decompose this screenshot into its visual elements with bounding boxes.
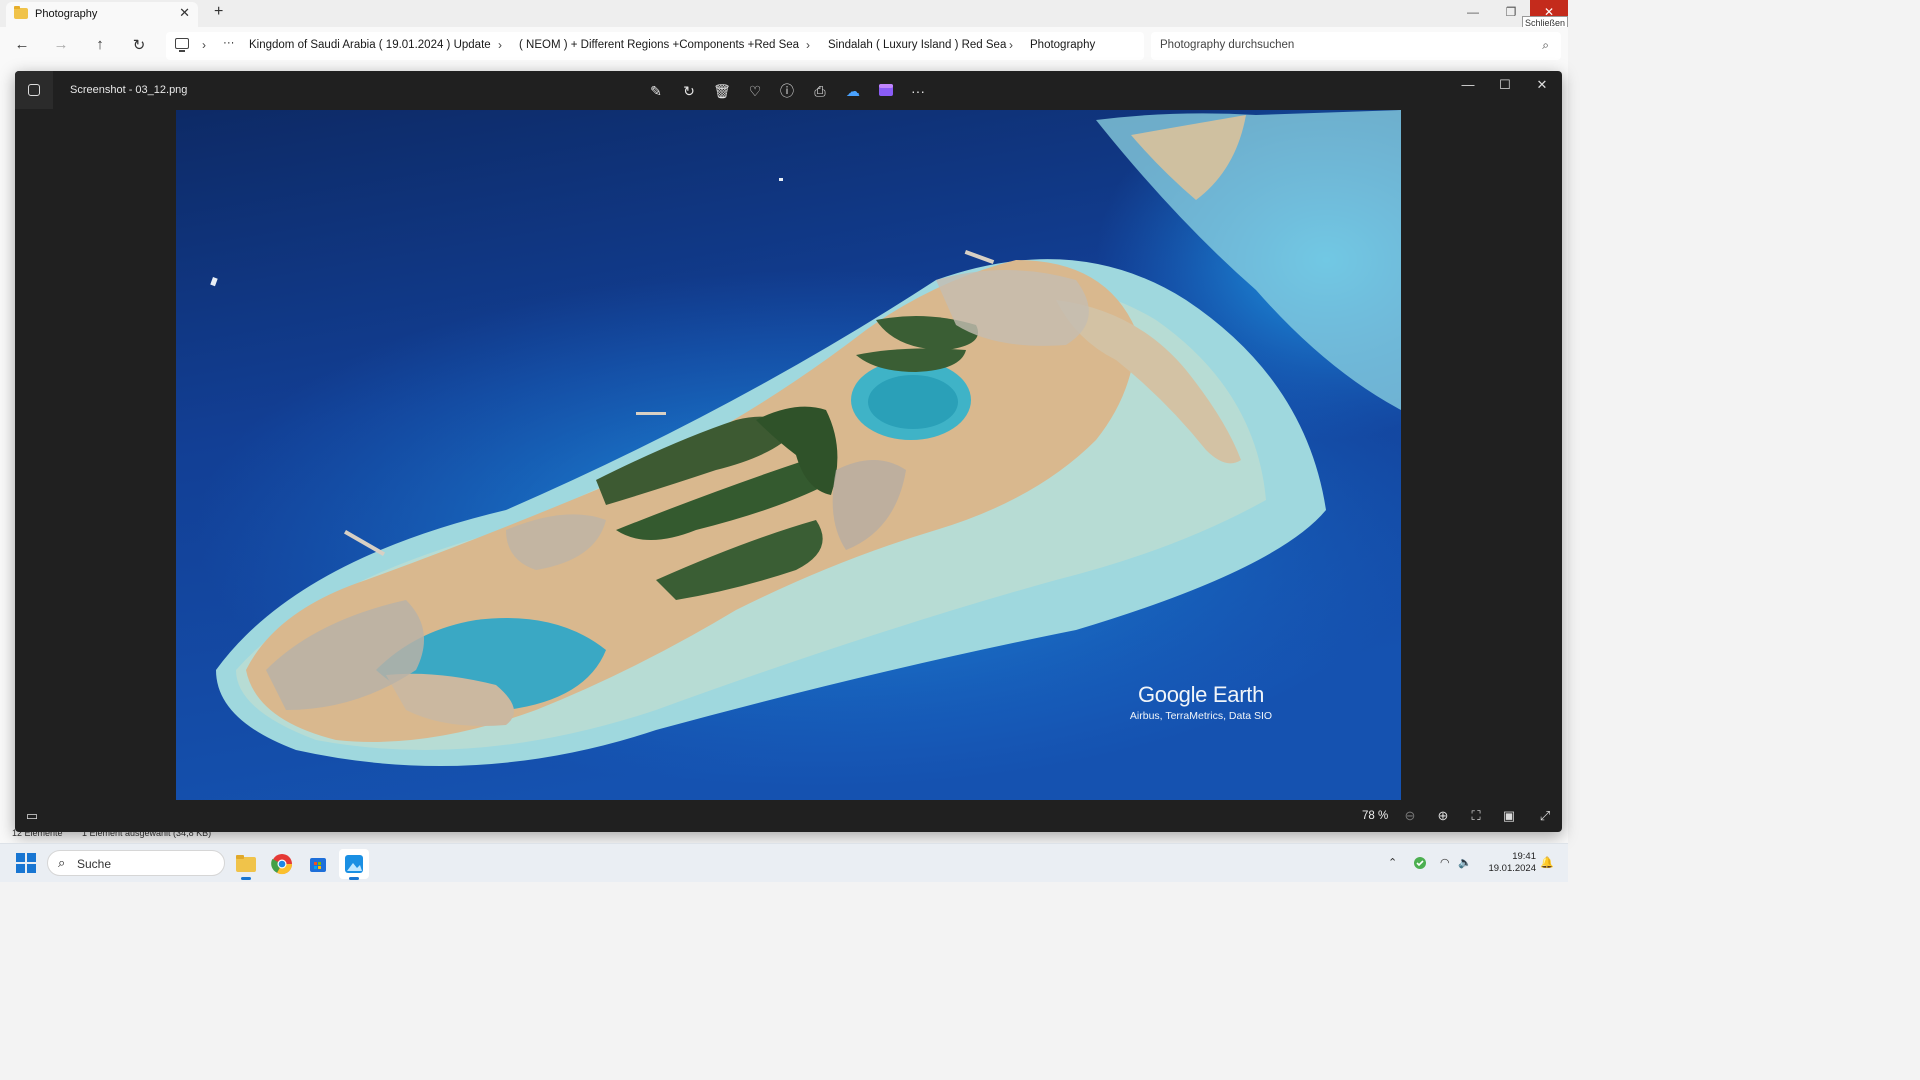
- clipchamp-icon[interactable]: [876, 81, 896, 101]
- file-name: Screenshot - 03_12.png: [70, 84, 188, 96]
- tab-title: Photography: [35, 8, 98, 20]
- actual-size-icon[interactable]: ▣: [1499, 808, 1519, 824]
- viewer-close-button[interactable]: ✕: [1532, 77, 1552, 93]
- tab-close-button[interactable]: ✕: [179, 5, 190, 21]
- breadcrumb-separator: ›: [202, 38, 206, 52]
- rotate-icon[interactable]: ↻: [679, 81, 699, 101]
- file-explorer-taskbar-icon[interactable]: [231, 849, 261, 880]
- breadcrumb-item[interactable]: ( NEOM ) + Different Regions +Components…: [519, 39, 799, 51]
- breadcrumb-separator: ›: [1009, 38, 1013, 52]
- breadcrumb-item[interactable]: Sindalah ( Luxury Island ) Red Sea: [828, 39, 1006, 51]
- viewer-title-bar: Screenshot - 03_12.png ✎ ↻ 🗑 ♡ ⓘ ⎙ ☁ ···…: [15, 71, 1562, 111]
- time: 19:41: [1512, 851, 1536, 862]
- back-button[interactable]: ←: [12, 36, 32, 53]
- taskbar: ⌕ Suche ⌃ ◠ 🔈 19:41 19.01.2024 🔔: [0, 843, 1568, 882]
- search-icon: ⌕: [1542, 38, 1549, 52]
- address-bar[interactable]: › ··· Kingdom of Saudi Arabia ( 19.01.20…: [166, 32, 1144, 60]
- microsoft-store-taskbar-icon[interactable]: [303, 849, 333, 879]
- minimize-button[interactable]: —: [1454, 0, 1492, 24]
- breadcrumb-overflow[interactable]: ···: [223, 37, 235, 49]
- notification-bell-icon[interactable]: 🔔: [1540, 856, 1554, 869]
- breadcrumb-item-current[interactable]: Photography: [1030, 39, 1095, 51]
- fit-to-window-icon[interactable]: ⛶: [1466, 808, 1486, 824]
- search-icon: ⌕: [58, 855, 66, 870]
- viewer-maximize-button[interactable]: ☐: [1495, 77, 1515, 93]
- photos-taskbar-icon[interactable]: [339, 849, 369, 880]
- tab-photography[interactable]: Photography ✕: [6, 2, 198, 27]
- print-icon[interactable]: ⎙: [810, 81, 830, 101]
- fullscreen-icon[interactable]: ⤢: [1535, 808, 1555, 824]
- breadcrumb-item[interactable]: Kingdom of Saudi Arabia ( 19.01.2024 ) U…: [249, 39, 491, 51]
- watermark-brand: Google Earth: [1137, 682, 1265, 707]
- filmstrip-icon[interactable]: ▭: [22, 808, 42, 824]
- displayed-image[interactable]: Google Earth Airbus, TerraMetrics, Data …: [176, 110, 1401, 800]
- zoom-level[interactable]: 78 %: [1362, 810, 1388, 822]
- photos-viewer-window: Screenshot - 03_12.png ✎ ↻ 🗑 ♡ ⓘ ⎙ ☁ ···…: [15, 71, 1562, 832]
- new-tab-button[interactable]: +: [214, 3, 223, 21]
- folder-icon: [14, 6, 28, 19]
- edit-image-icon[interactable]: ✎: [646, 81, 666, 101]
- favorite-icon[interactable]: ♡: [745, 81, 765, 101]
- navigation-bar: ← → ↑ ↻ › ··· Kingdom of Saudi Arabia ( …: [0, 27, 1568, 65]
- tab-bar: Photography ✕ + — ❐ ✕ Schließen: [0, 0, 1568, 31]
- viewer-bottom-bar: ▭ 78 % ⊖ ⊕ ⛶ ▣ ⤢: [15, 804, 1562, 832]
- refresh-button[interactable]: ↻: [129, 36, 149, 54]
- search-placeholder: Photography durchsuchen: [1160, 39, 1295, 51]
- explorer-search-input[interactable]: Photography durchsuchen ⌕: [1151, 32, 1561, 60]
- watermark-credits: Airbus, TerraMetrics, Data SIO: [1129, 710, 1273, 722]
- info-icon[interactable]: ⓘ: [777, 81, 797, 101]
- security-icon[interactable]: [1413, 856, 1427, 873]
- image-icon: [28, 84, 40, 96]
- more-options-icon[interactable]: ···: [908, 81, 928, 101]
- zoom-out-icon[interactable]: ⊖: [1400, 808, 1420, 824]
- viewer-minimize-button[interactable]: —: [1458, 77, 1478, 92]
- volume-icon[interactable]: 🔈: [1458, 856, 1472, 869]
- this-pc-icon: [175, 38, 189, 52]
- onedrive-icon[interactable]: ☁: [843, 81, 863, 101]
- taskbar-search-placeholder: Suche: [77, 857, 112, 871]
- taskbar-search-input[interactable]: ⌕ Suche: [47, 850, 225, 876]
- clock[interactable]: 19:41 19.01.2024: [1484, 851, 1536, 875]
- wifi-icon[interactable]: ◠: [1440, 856, 1450, 869]
- photos-app-icon[interactable]: [15, 71, 53, 109]
- delete-icon[interactable]: 🗑: [712, 81, 732, 101]
- forward-button[interactable]: →: [51, 36, 71, 53]
- up-button[interactable]: ↑: [90, 36, 110, 53]
- zoom-in-icon[interactable]: ⊕: [1433, 808, 1453, 824]
- chrome-taskbar-icon[interactable]: [267, 849, 297, 879]
- google-earth-watermark: Google Earth Airbus, TerraMetrics, Data …: [1116, 682, 1286, 722]
- show-hidden-icons-icon[interactable]: ⌃: [1388, 856, 1397, 869]
- start-button[interactable]: [16, 853, 36, 873]
- breadcrumb-separator: ›: [806, 38, 810, 52]
- date: 19.01.2024: [1488, 863, 1536, 874]
- breadcrumb-separator: ›: [498, 38, 502, 52]
